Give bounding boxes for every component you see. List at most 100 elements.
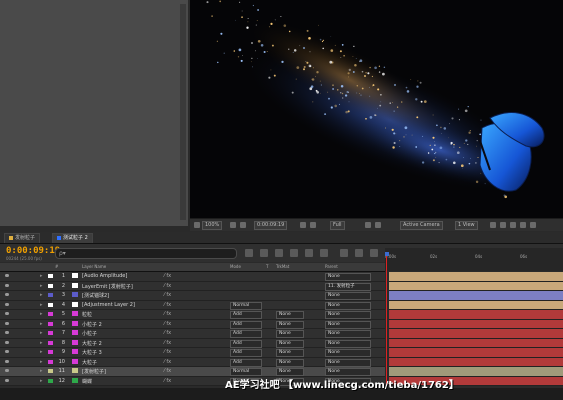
- layer-row[interactable]: ▸ 5 粒粒 ⁄ fx Add None None: [0, 310, 385, 320]
- parent-select[interactable]: None: [325, 330, 371, 338]
- visibility-eye-icon[interactable]: [5, 274, 9, 277]
- layer-name[interactable]: 小粒子: [82, 330, 97, 337]
- layer-name[interactable]: [Audio Amplitude]: [82, 273, 127, 279]
- layer-row[interactable]: ▸ 6 小粒子 2 ⁄ fx Add None None: [0, 319, 385, 329]
- visibility-eye-icon[interactable]: [5, 312, 9, 315]
- channel-icon[interactable]: [310, 222, 316, 228]
- label-color-swatch[interactable]: [48, 350, 53, 354]
- layer-row[interactable]: ▸ 1 [Audio Amplitude] ⁄ fx None: [0, 272, 385, 282]
- layer-name[interactable]: 蝴蝶: [82, 378, 92, 385]
- blend-mode-select[interactable]: Add: [230, 349, 262, 357]
- visibility-eye-icon[interactable]: [5, 283, 9, 287]
- layer-duration-bar[interactable]: [389, 348, 563, 358]
- blend-mode-select[interactable]: Add: [230, 311, 262, 319]
- layer-duration-bar[interactable]: [389, 291, 563, 301]
- parent-select[interactable]: None: [325, 292, 371, 300]
- switches-icon[interactable]: ⁄ fx: [164, 340, 171, 346]
- parent-select[interactable]: 11. 发射粒子: [325, 282, 371, 291]
- track-matte-select[interactable]: None: [276, 330, 304, 338]
- label-color-swatch[interactable]: [48, 321, 53, 326]
- visibility-eye-icon[interactable]: [5, 369, 9, 372]
- visibility-eye-icon[interactable]: [5, 293, 9, 296]
- visibility-eye-icon[interactable]: [5, 359, 9, 363]
- parent-select[interactable]: None: [325, 339, 371, 348]
- layer-row[interactable]: ▸ 4 [Adjustment Layer 2] ⁄ fx Normal None: [0, 300, 385, 310]
- blend-mode-select[interactable]: Normal: [230, 301, 262, 310]
- switches-icon[interactable]: ⁄ fx: [164, 311, 171, 317]
- timeline-menu-icon[interactable]: [370, 249, 378, 257]
- expand-triangle-icon[interactable]: ▸: [40, 340, 43, 346]
- expand-triangle-icon[interactable]: ▸: [40, 378, 43, 384]
- layer-name[interactable]: [发射粒子]: [82, 368, 106, 375]
- view-layout-select[interactable]: 1 View: [455, 221, 478, 230]
- layer-duration-bar[interactable]: [389, 272, 563, 282]
- visibility-eye-icon[interactable]: [5, 302, 9, 306]
- switches-icon[interactable]: ⁄ fx: [164, 378, 171, 384]
- label-color-swatch[interactable]: [48, 293, 53, 297]
- layer-name[interactable]: [Adjustment Layer 2]: [82, 302, 135, 308]
- zoom-select[interactable]: 100%: [202, 221, 223, 230]
- parent-select[interactable]: None: [325, 320, 371, 329]
- label-color-swatch[interactable]: [48, 340, 53, 345]
- visibility-eye-icon[interactable]: [5, 340, 9, 344]
- flowchart-icon[interactable]: [520, 222, 526, 228]
- camera-snapshot-icon[interactable]: [240, 222, 246, 228]
- blend-mode-select[interactable]: Add: [230, 358, 262, 367]
- track-matte-select[interactable]: None: [276, 311, 304, 319]
- layer-name[interactable]: 大粒子 3: [82, 349, 102, 356]
- visibility-eye-icon[interactable]: [5, 350, 9, 353]
- layer-duration-bar[interactable]: [389, 281, 563, 291]
- parent-select[interactable]: None: [325, 358, 371, 367]
- visibility-eye-icon[interactable]: [5, 321, 9, 325]
- expand-triangle-icon[interactable]: ▸: [40, 321, 43, 327]
- switches-icon[interactable]: ⁄ fx: [164, 330, 171, 336]
- visibility-eye-icon[interactable]: [5, 331, 9, 334]
- draft-3d-icon[interactable]: [260, 249, 268, 257]
- label-color-swatch[interactable]: [48, 302, 53, 307]
- composition-viewer[interactable]: [190, 0, 563, 218]
- track-matte-select[interactable]: None: [276, 358, 304, 367]
- blend-mode-select[interactable]: Add: [230, 330, 262, 338]
- layer-duration-bar[interactable]: [389, 338, 563, 348]
- switches-icon[interactable]: ⁄ fx: [164, 292, 171, 298]
- timeline-icon[interactable]: [510, 222, 516, 228]
- switches-icon[interactable]: ⁄ fx: [164, 359, 171, 365]
- fast-previews-icon[interactable]: [500, 222, 506, 228]
- motion-blur-icon[interactable]: [305, 249, 313, 257]
- switches-icon[interactable]: ⁄ fx: [164, 321, 171, 327]
- layer-duration-bar[interactable]: [389, 329, 563, 339]
- current-time[interactable]: 0:00:09:19: [6, 246, 60, 256]
- visibility-eye-icon[interactable]: [5, 378, 9, 382]
- expand-triangle-icon[interactable]: ▸: [40, 368, 43, 374]
- mode-header[interactable]: Mode: [230, 264, 241, 269]
- layer-name[interactable]: LayerEmit [发射粒子]: [82, 283, 133, 290]
- layer-duration-bar[interactable]: [389, 357, 563, 367]
- layer-name[interactable]: 大粒子: [82, 359, 97, 366]
- graph-editor-icon[interactable]: [355, 249, 363, 257]
- camera-select[interactable]: Active Camera: [400, 221, 443, 230]
- layer-duration-bar[interactable]: [389, 310, 563, 320]
- layer-search-input[interactable]: ρ▾: [55, 248, 237, 259]
- frame-blending-icon[interactable]: [290, 249, 298, 257]
- layer-row[interactable]: ▸ 10 大粒子 ⁄ fx Add None None: [0, 357, 385, 367]
- switches-icon[interactable]: ⁄ fx: [164, 273, 171, 279]
- project-scrollbar[interactable]: [180, 4, 186, 220]
- layer-duration-bar[interactable]: [389, 300, 563, 310]
- switches-icon[interactable]: ⁄ fx: [164, 349, 171, 355]
- magnification-icon[interactable]: [194, 222, 200, 228]
- parent-select[interactable]: None: [325, 311, 371, 319]
- expand-triangle-icon[interactable]: ▸: [40, 330, 43, 336]
- expand-triangle-icon[interactable]: ▸: [40, 283, 43, 289]
- parent-select[interactable]: None: [325, 368, 371, 376]
- layer-name-header[interactable]: Layer Name: [82, 264, 106, 269]
- comp-mini-flowchart-icon[interactable]: [245, 249, 253, 257]
- label-color-swatch[interactable]: [48, 378, 53, 383]
- layer-row[interactable]: ▸ 2 LayerEmit [发射粒子] ⁄ fx 11. 发射粒子: [0, 281, 385, 291]
- trkmat-header[interactable]: TrkMat: [276, 264, 289, 269]
- label-color-swatch[interactable]: [48, 331, 53, 335]
- layer-name[interactable]: [测试锚球2]: [82, 292, 109, 299]
- track-matte-select[interactable]: None: [276, 320, 304, 329]
- expand-triangle-icon[interactable]: ▸: [40, 349, 43, 355]
- parent-select[interactable]: None: [325, 349, 371, 357]
- track-matte-select[interactable]: None: [276, 368, 304, 376]
